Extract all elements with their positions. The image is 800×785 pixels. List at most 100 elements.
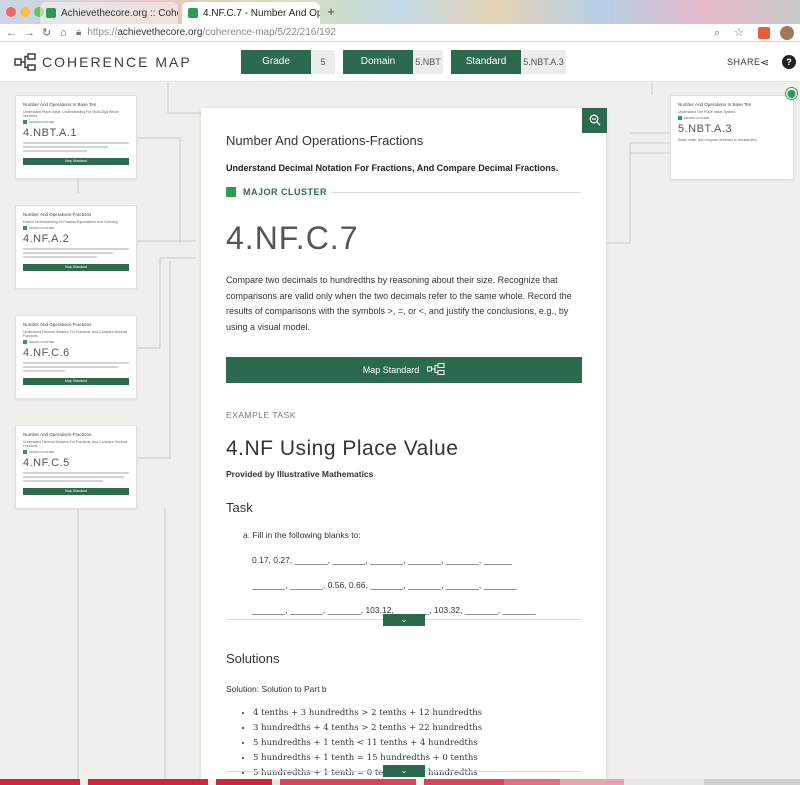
standard-card-5nbta3[interactable]: Number And Operations In Base Ten Unders… — [670, 95, 794, 180]
domain-filter-value[interactable]: 5.NBT — [413, 50, 443, 74]
coherence-map-logo-icon — [14, 53, 36, 71]
browser-tab-active[interactable]: 4.NF.C.7 - Number And Operatio ✕ — [182, 2, 320, 24]
profile-avatar[interactable] — [780, 26, 794, 40]
major-cluster-label: MAJOR CLUSTER — [243, 187, 328, 197]
card-description — [23, 362, 129, 376]
back-icon[interactable]: ← — [6, 26, 17, 40]
tab-title: Achievethecore.org :: Coherenc — [61, 7, 178, 19]
new-tab-icon[interactable]: + — [324, 5, 338, 19]
extension-icon[interactable] — [758, 27, 770, 39]
map-standard-button[interactable]: Map Standard — [23, 264, 129, 271]
browser-tab-achievethecore[interactable]: Achievethecore.org :: Coherenc ✕ — [40, 2, 178, 24]
task-title: 4.NF Using Place Value — [226, 437, 459, 460]
card-cluster-tag: MAJOR CLUSTER — [23, 120, 129, 124]
expand-solutions-button[interactable]: ⌄ — [383, 765, 425, 777]
card-cluster-tag: MAJOR CLUSTER — [23, 340, 129, 344]
window-minimize-icon[interactable] — [20, 7, 30, 17]
list-item: 3 hundredths + 4 tenths > 2 tenths + 22 … — [253, 721, 581, 736]
lock-icon: 🔒︎ — [76, 27, 82, 38]
expand-task-button[interactable]: ⌄ — [383, 614, 425, 626]
card-cluster-tag-label: MAJOR CLUSTER — [29, 120, 55, 124]
card-description — [23, 142, 129, 156]
app-header: COHERENCE MAP Grade 5 Domain 5.NBT Stand… — [0, 42, 800, 82]
share-icon[interactable]: ⋖ — [760, 56, 769, 69]
card-cluster-tag-label: MAJOR CLUSTER — [29, 226, 55, 230]
main-cluster-title: Understand Decimal Notation For Fraction… — [226, 163, 559, 173]
task-heading: Task — [226, 500, 253, 515]
solutions-heading: Solutions — [226, 651, 280, 666]
card-code: 4.NF.C.6 — [23, 347, 70, 359]
forward-icon[interactable]: → — [24, 26, 35, 40]
reload-icon[interactable]: ↻ — [42, 26, 51, 40]
example-task-label: EXAMPLE TASK — [226, 410, 296, 420]
list-item: 5 hundredths + 1 tenth < 11 tenths + 4 h… — [253, 736, 581, 751]
card-code: 4.NF.A.2 — [23, 233, 70, 245]
card-cluster: Extend Understanding Of Fraction Equival… — [23, 220, 119, 224]
task-blank-line: 0.17, 0.27, _______, _______, _______, _… — [252, 555, 512, 565]
help-button[interactable]: ? — [782, 55, 796, 69]
card-cluster: Understand The Place Value System. — [678, 110, 737, 114]
browser-toolbar: ← → ↻ ⌂ 🔒︎ https://achievethecore.org/coh… — [0, 24, 800, 42]
card-domain: Number And Operations-Fractions — [23, 432, 92, 437]
bottom-decorative-strip — [0, 779, 800, 785]
main-domain-title: Number And Operations-Fractions — [226, 133, 424, 148]
share-button[interactable]: SHARE — [727, 57, 761, 67]
logo[interactable]: COHERENCE MAP — [14, 53, 192, 71]
task-provider: Provided by Illustrative Mathematics — [226, 469, 374, 479]
major-cluster-square-icon — [23, 120, 27, 124]
card-domain: Number And Operations In Base Ten — [23, 102, 97, 107]
card-description: Read, write, and compare decimals to tho… — [678, 138, 758, 142]
card-domain: Number And Operations In Base Ten — [678, 102, 752, 107]
favicon-icon — [46, 8, 56, 18]
task-item-a: a. Fill in the following blanks to: — [243, 530, 361, 540]
bookmark-star-icon[interactable]: ☆ — [734, 26, 744, 40]
card-code: 4.NBT.A.1 — [23, 127, 78, 139]
address-bar[interactable]: 🔒︎ https://achievethecore.org/coherence-m… — [76, 26, 696, 40]
card-cluster: Understand Place Value: Understanding Fo… — [23, 110, 119, 118]
standard-card-4nfa2[interactable]: Number And Operations-Fractions Extend U… — [15, 205, 137, 289]
divider — [331, 192, 581, 193]
standard-card-4nfc6[interactable]: Number And Operations-Fractions Understa… — [15, 315, 137, 399]
grade-filter-button[interactable]: Grade — [241, 50, 311, 74]
card-cluster: Understand Decimal Notation For Fraction… — [23, 440, 128, 448]
home-icon[interactable]: ⌂ — [60, 26, 67, 40]
standard-filter-value[interactable]: 5.NBT.A.3 — [521, 50, 566, 74]
card-cluster-tag-label: MAJOR CLUSTER — [29, 450, 55, 454]
card-cluster: Understand Decimal Notation For Fraction… — [23, 330, 128, 338]
card-cluster-tag-label: MAJOR CLUSTER — [684, 116, 710, 120]
solution-part-label: Solution: Solution to Part b — [226, 684, 327, 694]
url-prefix: https:// — [87, 27, 118, 38]
map-standard-button[interactable]: Map Standard — [23, 488, 129, 495]
url-path: /coherence-map/5/22/216/192 — [202, 27, 336, 38]
browser-tab-bar: Achievethecore.org :: Coherenc ✕ 4.NF.C.… — [0, 0, 800, 24]
card-cluster-tag-label: MAJOR CLUSTER — [29, 340, 55, 344]
standard-filter-button[interactable]: Standard — [451, 50, 521, 74]
task-blank-line: _______, _______, 0.56, 0.66, _______, _… — [252, 580, 517, 590]
standard-card-4nbta1[interactable]: Number And Operations In Base Ten Unders… — [15, 95, 137, 179]
domain-filter-button[interactable]: Domain — [343, 50, 413, 74]
card-code: 4.NF.C.5 — [23, 457, 70, 469]
standard-card-4nfc5[interactable]: Number And Operations-Fractions Understa… — [15, 425, 137, 509]
card-description — [23, 248, 129, 262]
major-cluster-square-icon — [23, 340, 27, 344]
map-standard-button[interactable]: Map Standard — [23, 158, 129, 165]
url-host: achievethecore.org — [117, 27, 203, 38]
card-description — [23, 472, 129, 486]
zoom-out-button[interactable] — [582, 108, 607, 133]
list-item: 5 hundredths + 1 tenth = 15 hundredths +… — [253, 751, 581, 766]
card-cluster-tag: MAJOR CLUSTER — [23, 450, 129, 454]
card-domain: Number And Operations-Fractions — [23, 212, 92, 217]
card-cluster-tag: MAJOR CLUSTER — [678, 116, 786, 120]
card-cluster-tag: MAJOR CLUSTER — [23, 226, 129, 230]
window-close-icon[interactable] — [6, 7, 16, 17]
map-standard-button[interactable]: Map Standard — [226, 357, 582, 383]
major-cluster-square-icon — [226, 187, 236, 197]
map-canvas: Number And Operations In Base Ten Unders… — [0, 83, 800, 785]
location-pin-icon[interactable]: ⬤ — [785, 87, 798, 100]
major-cluster-square-icon — [23, 450, 27, 454]
logo-text: COHERENCE MAP — [42, 54, 192, 70]
map-standard-button[interactable]: Map Standard — [23, 378, 129, 385]
grade-filter-value[interactable]: 5 — [311, 50, 335, 74]
standard-code: 4.NF.C.7 — [226, 220, 359, 256]
search-icon[interactable]: ⌕ — [714, 26, 720, 40]
